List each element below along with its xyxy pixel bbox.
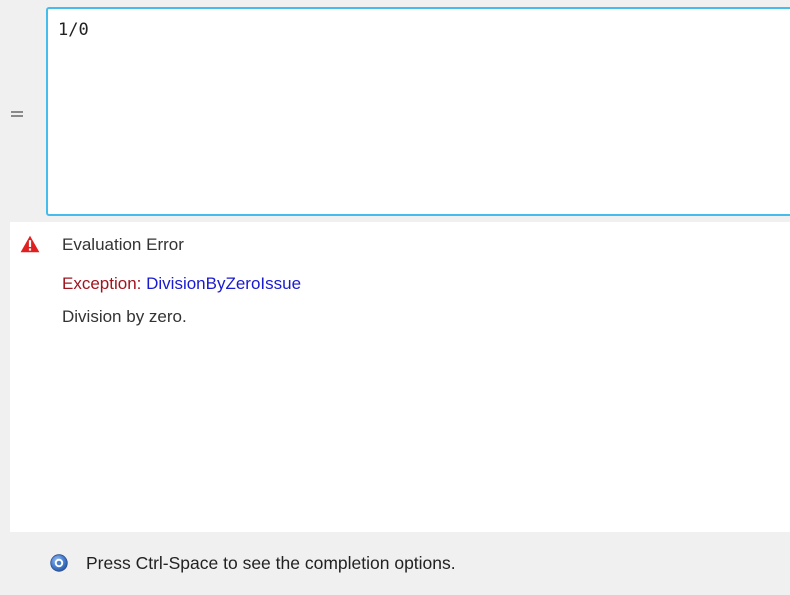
exception-label: Exception: (62, 274, 147, 293)
equals-icon[interactable] (10, 108, 24, 122)
exception-type-link[interactable]: DivisionByZeroIssue (146, 274, 301, 293)
result-title: Evaluation Error (62, 235, 184, 254)
warning-triangle-icon (20, 235, 40, 253)
error-message: Division by zero. (62, 307, 187, 326)
evaluation-result-panel: Evaluation Error Exception: DivisionByZe… (10, 222, 790, 532)
status-bar: Press Ctrl-Space to see the completion o… (0, 532, 790, 595)
expression-input-region: 1/0 (0, 0, 790, 222)
help-icon (50, 554, 68, 572)
exception-line: Exception: DivisionByZeroIssue (62, 273, 301, 295)
status-hint-text: Press Ctrl-Space to see the completion o… (86, 553, 456, 573)
expression-editor[interactable]: 1/0 (46, 7, 790, 216)
